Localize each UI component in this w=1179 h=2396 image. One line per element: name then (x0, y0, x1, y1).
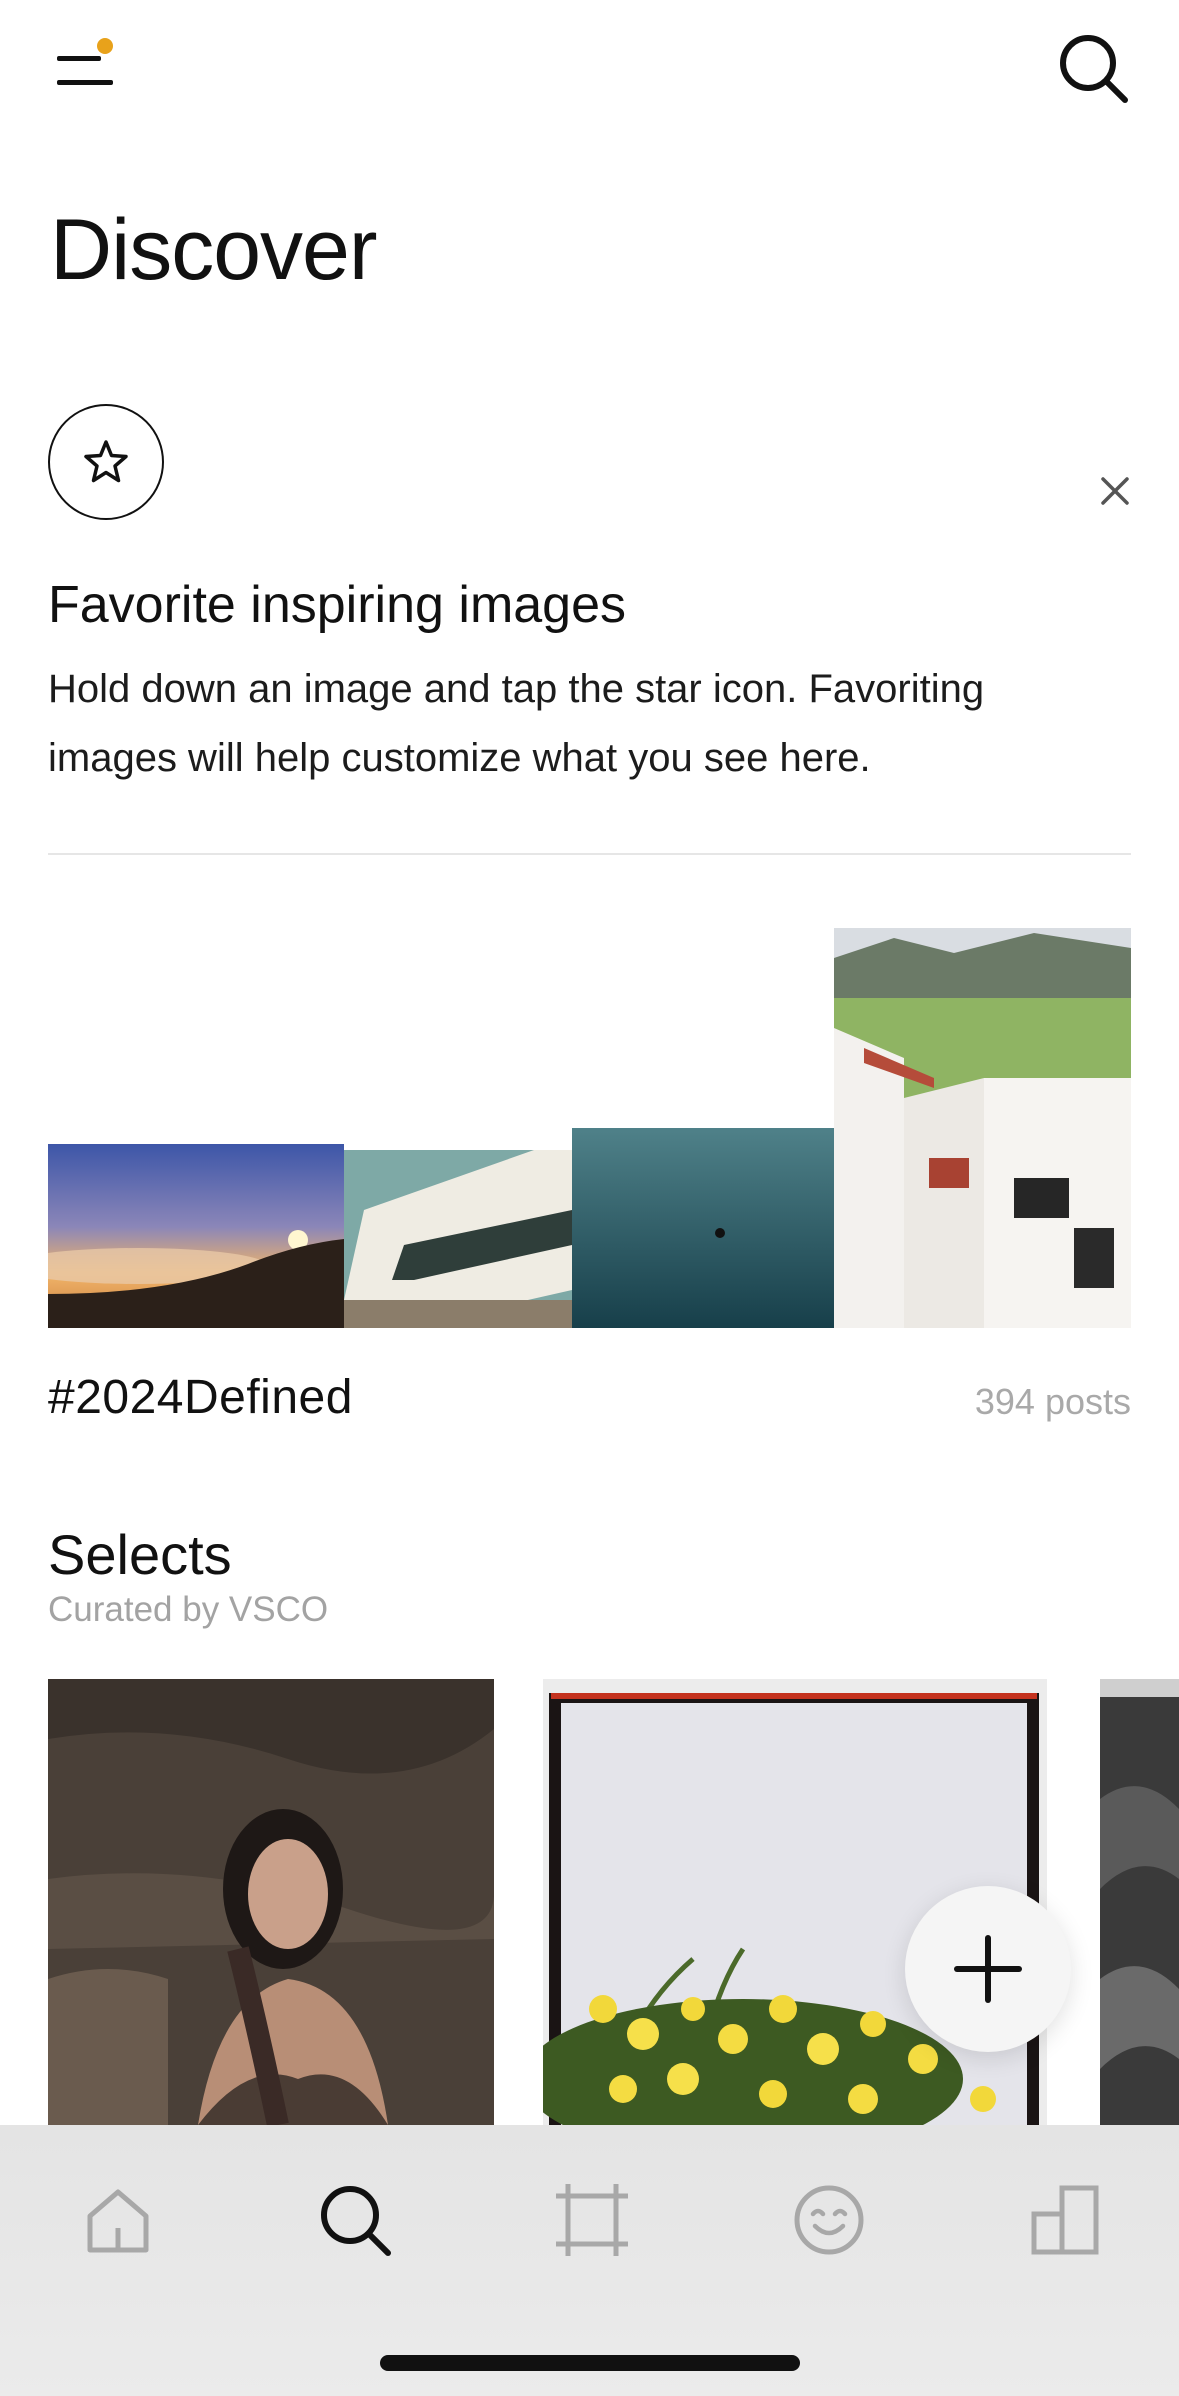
search-icon (321, 2186, 391, 2256)
nav-home[interactable] (73, 2175, 163, 2265)
nav-profile[interactable] (784, 2175, 874, 2265)
menu-button[interactable] (50, 30, 120, 100)
star-icon (84, 440, 128, 483)
close-button[interactable] (1090, 466, 1140, 516)
nav-studio[interactable] (1021, 2175, 1111, 2265)
hashtag-title[interactable]: #2024Defined (48, 1368, 353, 1428)
search-icon (1060, 35, 1128, 103)
collage-image-building (344, 1150, 572, 1328)
home-indicator (380, 2355, 800, 2371)
search-button[interactable] (1055, 30, 1130, 105)
page-title: Discover (50, 202, 378, 298)
collage-image-sunset (48, 1144, 344, 1328)
divider (48, 853, 1131, 855)
collage-image-ocean (572, 1128, 868, 1328)
select-card-rocks[interactable] (1100, 1679, 1179, 2125)
card-description: Hold down an image and tap the star icon… (48, 667, 985, 780)
close-icon (1101, 477, 1129, 505)
notification-dot (97, 38, 113, 54)
hashtag-collage[interactable] (48, 928, 1131, 1328)
crop-icon (556, 2184, 628, 2256)
select-card-portrait[interactable] (48, 1679, 494, 2125)
smiley-icon (794, 2185, 864, 2255)
nav-search[interactable] (310, 2175, 400, 2265)
post-count: 394 posts (974, 1381, 1131, 1422)
section-title: Selects (48, 1523, 232, 1586)
card-title: Favorite inspiring images (48, 576, 627, 634)
collage-image-village (834, 928, 1131, 1328)
favorite-star-badge (48, 404, 164, 520)
nav-editor[interactable] (547, 2175, 637, 2265)
menu-icon (57, 38, 113, 85)
home-icon (87, 2189, 149, 2253)
plus-icon (954, 1935, 1022, 2003)
section-subtitle: Curated by VSCO (48, 1590, 329, 1629)
studio-icon (1031, 2185, 1099, 2255)
create-button[interactable] (905, 1886, 1071, 2052)
